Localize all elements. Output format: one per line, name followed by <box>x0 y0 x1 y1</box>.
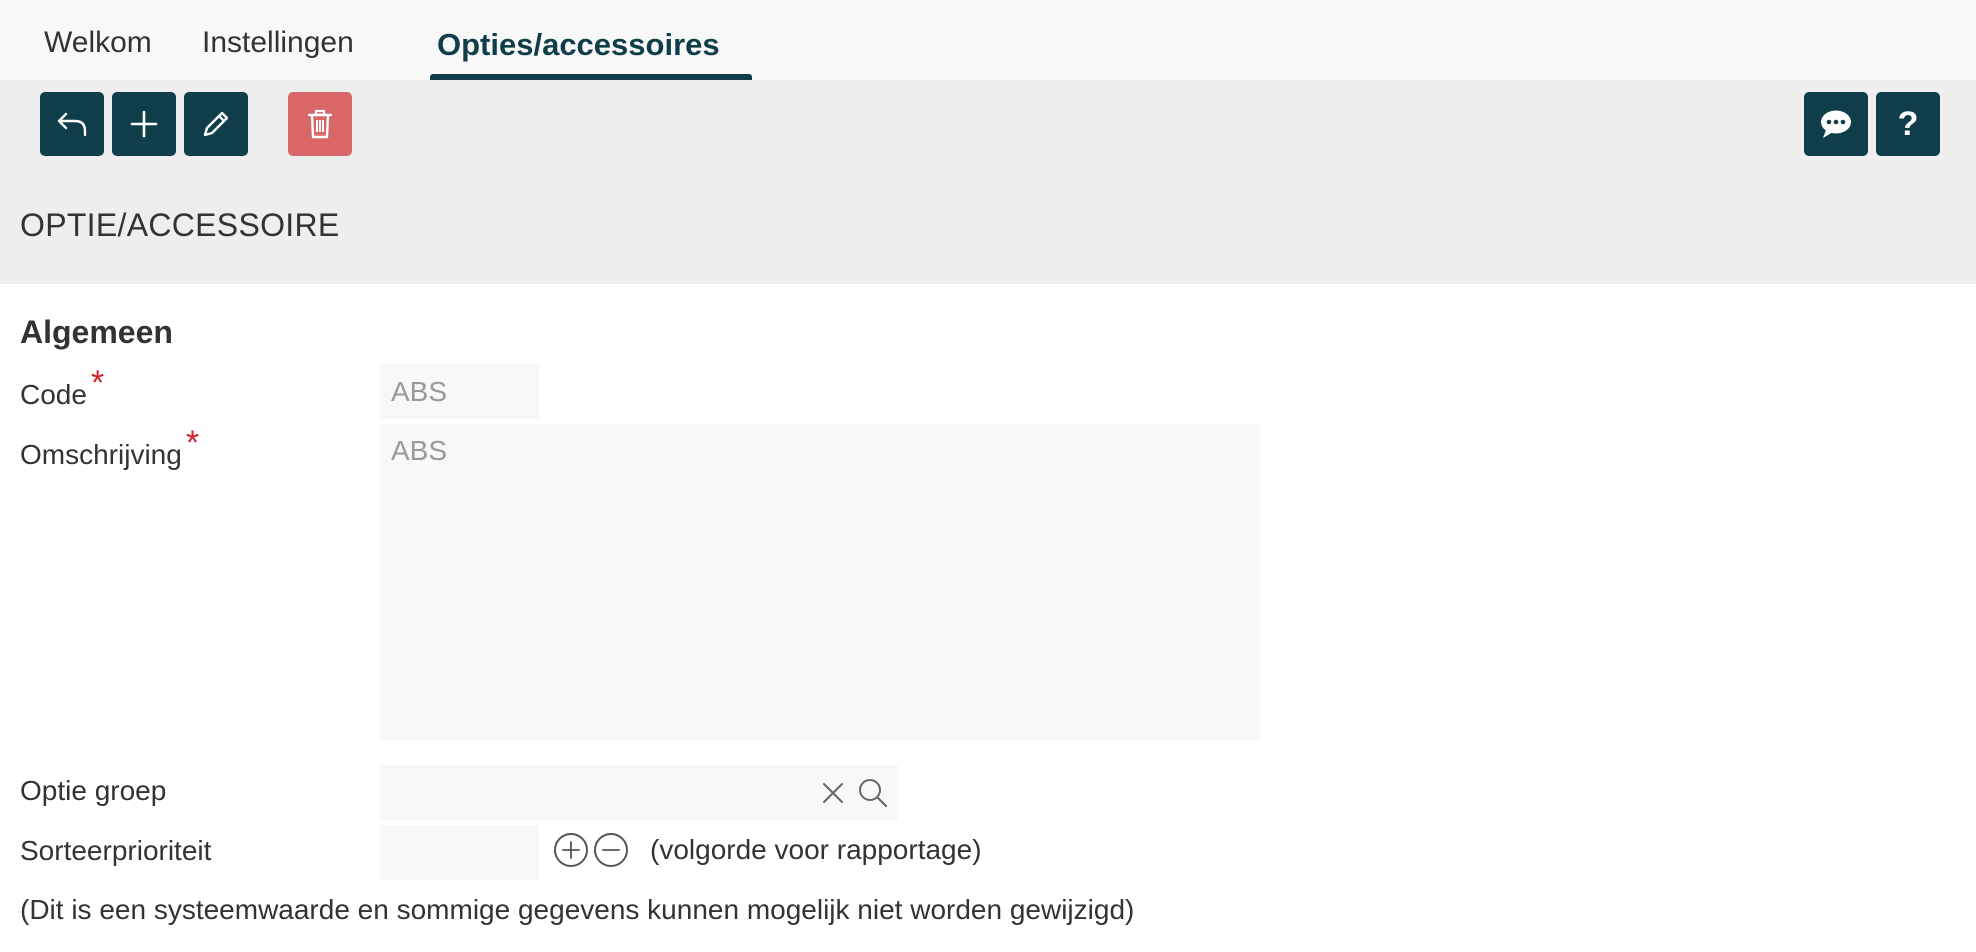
edit-button[interactable] <box>184 92 248 156</box>
clear-icon[interactable] <box>817 777 849 809</box>
section-title-algemeen: Algemeen <box>20 314 173 350</box>
undo-arrow-icon <box>57 112 87 137</box>
tab-opties-accessoires[interactable]: Opties/accessoires <box>437 27 720 63</box>
code-field[interactable] <box>380 364 539 419</box>
trash-icon <box>307 109 333 139</box>
search-icon[interactable] <box>857 777 889 809</box>
tab-instellingen[interactable]: Instellingen <box>202 26 354 60</box>
increment-button[interactable] <box>554 833 588 867</box>
tab-bar: Welkom Instellingen Opties/accessoires <box>0 0 1976 80</box>
comments-button[interactable] <box>1804 92 1868 156</box>
help-icon: ? <box>1897 105 1919 143</box>
help-button[interactable]: ? <box>1876 92 1940 156</box>
delete-button[interactable] <box>288 92 352 156</box>
description-label-text: Omschrijving <box>20 439 182 470</box>
code-label: Code * <box>20 364 104 413</box>
description-label: Omschrijving * <box>20 424 199 473</box>
required-marker: * <box>90 364 105 402</box>
required-marker: * <box>185 424 200 462</box>
system-value-note: (Dit is een systeemwaarde en sommige geg… <box>20 894 1135 925</box>
add-button[interactable] <box>112 92 176 156</box>
description-field[interactable]: ABS <box>380 424 1260 740</box>
page-title: OPTIE/ACCESSOIRE <box>20 207 340 243</box>
sort-priority-label: Sorteerprioriteit <box>20 835 212 866</box>
chat-bubble-icon <box>1821 110 1851 138</box>
sort-priority-hint: (volgorde voor rapportage) <box>650 834 982 865</box>
option-group-label: Optie groep <box>20 775 167 806</box>
decrement-button[interactable] <box>594 833 628 867</box>
pencil-icon <box>203 111 229 137</box>
minus-circle-icon <box>602 849 620 851</box>
plus-circle-icon <box>562 841 580 859</box>
plus-icon <box>130 110 158 138</box>
tab-welkom[interactable]: Welkom <box>44 26 152 60</box>
sort-priority-field[interactable] <box>380 825 539 880</box>
code-label-text: Code <box>20 379 87 410</box>
back-button[interactable] <box>40 92 104 156</box>
